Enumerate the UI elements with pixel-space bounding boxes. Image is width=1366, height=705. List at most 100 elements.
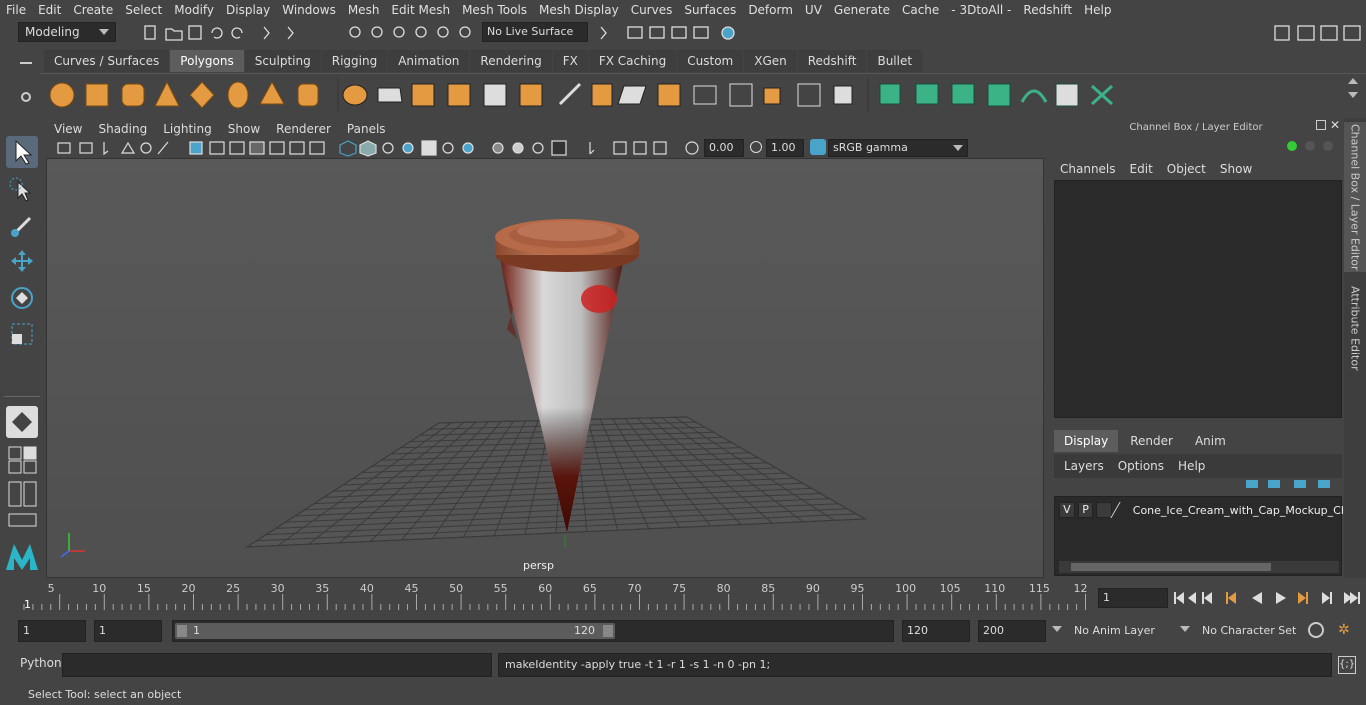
layer-action-icons[interactable] (1244, 476, 1336, 492)
menu-windows[interactable]: Windows (276, 3, 342, 17)
paint-select-button[interactable] (6, 210, 38, 242)
script-editor-icon[interactable]: {;} (1338, 656, 1356, 674)
menu-select[interactable]: Select (119, 3, 168, 17)
current-frame-field[interactable]: 1 (1098, 588, 1168, 608)
soft-select-button[interactable] (6, 406, 38, 438)
tab-channel-box[interactable]: Channel Box / Layer Editor (1344, 122, 1366, 272)
script-language-label[interactable]: Python (20, 656, 62, 670)
viewport-menu-lighting[interactable]: Lighting (155, 122, 220, 136)
gear-icon[interactable] (21, 92, 31, 102)
channel-menu-channels[interactable]: Channels (1060, 162, 1116, 176)
select-tool-button[interactable] (6, 136, 38, 168)
viewport-persp[interactable]: persp (46, 158, 1044, 578)
menu-edit-mesh[interactable]: Edit Mesh (385, 3, 456, 17)
shelf-tab-fx-caching[interactable]: FX Caching (588, 50, 677, 72)
channel-menu-show[interactable]: Show (1220, 162, 1252, 176)
shelf-tab-custom[interactable]: Custom (677, 50, 744, 72)
menu-mesh-tools[interactable]: Mesh Tools (456, 3, 533, 17)
viewport-menu-view[interactable]: View (46, 122, 90, 136)
animation-start-field[interactable]: 1 (18, 620, 86, 642)
shelf-tab-sculpting[interactable]: Sculpting (244, 50, 321, 72)
menu-uv[interactable]: UV (799, 3, 828, 17)
lasso-tool-button[interactable] (6, 174, 38, 206)
panel-toggle-icons[interactable] (1272, 23, 1364, 43)
viewport-menu-renderer[interactable]: Renderer (268, 122, 339, 136)
menu-edit[interactable]: Edit (32, 3, 67, 17)
character-set-dropdown[interactable]: No Character Set (1196, 620, 1300, 642)
shelf-tab-xgen[interactable]: XGen (744, 50, 797, 72)
close-icon[interactable]: ✕ (1330, 118, 1340, 132)
playback-end-field[interactable]: 120 (902, 620, 970, 642)
viewport-toolbar-icons[interactable] (54, 139, 814, 157)
menu-mesh-display[interactable]: Mesh Display (533, 3, 625, 17)
menu-curves[interactable]: Curves (625, 3, 679, 17)
move-tool-button[interactable] (6, 246, 38, 278)
range-slider[interactable]: 1 120 (172, 620, 894, 642)
anim-layer-dropdown[interactable]: No Anim Layer (1068, 620, 1172, 642)
menu-redshift[interactable]: Redshift (1017, 3, 1078, 17)
layer-row[interactable]: V P Cone_Ice_Cream_with_Cap_Mockup_Ch (1059, 501, 1343, 519)
chevron-down-icon-2[interactable] (1180, 626, 1190, 632)
color-space-dropdown[interactable]: sRGB gamma (828, 139, 968, 157)
viewport-menu-shading[interactable]: Shading (90, 122, 155, 136)
menu-3dtoall[interactable]: - 3DtoAll - (945, 3, 1017, 17)
animation-end-field[interactable]: 200 (978, 620, 1046, 642)
menu-modify[interactable]: Modify (168, 3, 220, 17)
layer-color-swatch[interactable] (1110, 502, 1134, 518)
shelf-tab-curves-surfaces[interactable]: Curves / Surfaces (44, 50, 170, 72)
rotate-tool-button[interactable] (6, 282, 38, 314)
range-handle-right[interactable] (603, 625, 613, 637)
shelf-tab-rigging[interactable]: Rigging (321, 50, 388, 72)
color-management-icon[interactable] (810, 139, 826, 155)
channel-box-area[interactable] (1054, 180, 1342, 418)
layer-tab-render[interactable]: Render (1120, 430, 1183, 452)
scrollbar-thumb[interactable] (1071, 563, 1271, 571)
layer-tab-anim[interactable]: Anim (1184, 430, 1236, 452)
channel-icons[interactable] (1284, 138, 1340, 154)
layer-playback-toggle[interactable]: P (1077, 502, 1094, 518)
tab-attribute-editor[interactable]: Attribute Editor (1344, 278, 1366, 378)
live-surface-field[interactable]: No Live Surface (482, 22, 588, 42)
layer-visibility-toggle[interactable]: V (1059, 502, 1075, 518)
exposure-field[interactable]: 0.00 (704, 139, 744, 157)
gamma-field[interactable]: 1.00 (766, 139, 804, 157)
menu-cache[interactable]: Cache (896, 3, 945, 17)
layer-tab-display[interactable]: Display (1054, 430, 1119, 452)
layer-display-type[interactable] (1096, 502, 1113, 518)
shelf-scroll[interactable] (1348, 78, 1358, 112)
viewport-menu-show[interactable]: Show (220, 122, 268, 136)
workspace-dropdown[interactable]: Modeling (18, 22, 116, 42)
menu-mesh[interactable]: Mesh (342, 3, 386, 17)
shelf-tab-animation[interactable]: Animation (388, 50, 470, 72)
channel-menu-edit[interactable]: Edit (1130, 162, 1153, 176)
range-slider-handle[interactable]: 1 120 (175, 623, 615, 639)
auto-key-icon[interactable] (1308, 622, 1324, 638)
menu-help[interactable]: Help (1078, 3, 1117, 17)
gamma-icon[interactable] (750, 141, 762, 153)
shelf-tab-bullet[interactable]: Bullet (867, 50, 923, 72)
shelf-tab-polygons[interactable]: Polygons (170, 50, 244, 72)
layer-menu-options[interactable]: Options (1118, 459, 1164, 473)
shelf-tab-redshift[interactable]: Redshift (797, 50, 867, 72)
menu-surfaces[interactable]: Surfaces (678, 3, 742, 17)
menu-display[interactable]: Display (220, 3, 276, 17)
shelf-tab-rendering[interactable]: Rendering (470, 50, 552, 72)
float-panel-icon[interactable] (1316, 120, 1326, 130)
viewport-menu-panels[interactable]: Panels (339, 122, 394, 136)
layer-menu-layers[interactable]: Layers (1064, 459, 1104, 473)
range-handle-left[interactable] (177, 625, 187, 637)
menu-generate[interactable]: Generate (828, 3, 896, 17)
shelf-tab-fx[interactable]: FX (552, 50, 588, 72)
menu-create[interactable]: Create (67, 3, 119, 17)
menu-file[interactable]: File (0, 3, 32, 17)
command-input[interactable] (62, 653, 492, 677)
anim-prefs-icon[interactable]: ✲ (1338, 622, 1354, 638)
shelf-menu-icon[interactable] (20, 62, 32, 64)
playback-start-field[interactable]: 1 (94, 620, 162, 642)
layout-buttons[interactable] (6, 446, 38, 534)
menu-deform[interactable]: Deform (742, 3, 799, 17)
chevron-down-icon[interactable] (1052, 626, 1062, 632)
scale-tool-button[interactable] (6, 318, 38, 350)
layer-menu-help[interactable]: Help (1178, 459, 1205, 473)
layer-list-scrollbar[interactable] (1059, 561, 1339, 573)
